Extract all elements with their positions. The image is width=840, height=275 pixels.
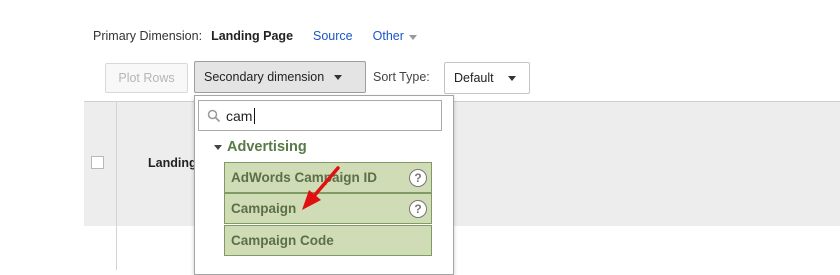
sort-type-label: Sort Type: xyxy=(373,70,430,84)
dimension-search-box[interactable] xyxy=(198,100,442,131)
chevron-down-icon xyxy=(408,34,417,40)
caret-down-icon xyxy=(214,145,222,150)
secondary-dimension-label: Secondary dimension xyxy=(204,70,325,84)
option-campaign-code[interactable]: Campaign Code xyxy=(224,225,432,256)
dimension-search-input[interactable] xyxy=(226,107,376,124)
option-label: AdWords Campaign ID xyxy=(231,170,378,185)
primary-dimension-other-dropdown[interactable]: Other xyxy=(373,29,417,43)
group-advertising-label: Advertising xyxy=(227,139,307,155)
column-divider xyxy=(116,101,117,270)
secondary-dimension-dropdown[interactable]: Secondary dimension xyxy=(194,61,366,93)
option-campaign[interactable]: Campaign ? xyxy=(224,193,432,224)
option-label: Campaign xyxy=(231,201,297,216)
select-all-checkbox[interactable] xyxy=(91,156,104,169)
primary-dimension-bar: Primary Dimension: Landing Page Source O… xyxy=(93,27,417,45)
help-icon[interactable]: ? xyxy=(409,169,427,187)
option-adwords-campaign-id[interactable]: AdWords Campaign ID ? xyxy=(224,162,432,193)
primary-dimension-other-label: Other xyxy=(372,29,404,43)
sort-type-select[interactable]: Default xyxy=(444,62,530,94)
group-advertising[interactable]: Advertising xyxy=(214,139,307,155)
primary-dimension-landing-page[interactable]: Landing Page xyxy=(211,29,293,43)
sort-type-value: Default xyxy=(454,71,494,85)
help-icon[interactable]: ? xyxy=(409,200,427,218)
search-icon xyxy=(207,109,221,122)
option-label: Campaign Code xyxy=(231,233,334,248)
chevron-down-icon xyxy=(507,75,516,81)
primary-dimension-source-link[interactable]: Source xyxy=(313,29,353,43)
text-cursor xyxy=(254,107,255,124)
chevron-down-icon xyxy=(334,74,343,80)
plot-rows-button[interactable]: Plot Rows xyxy=(105,63,188,93)
primary-dimension-label: Primary Dimension: xyxy=(93,29,203,43)
plot-rows-label: Plot Rows xyxy=(118,71,175,85)
